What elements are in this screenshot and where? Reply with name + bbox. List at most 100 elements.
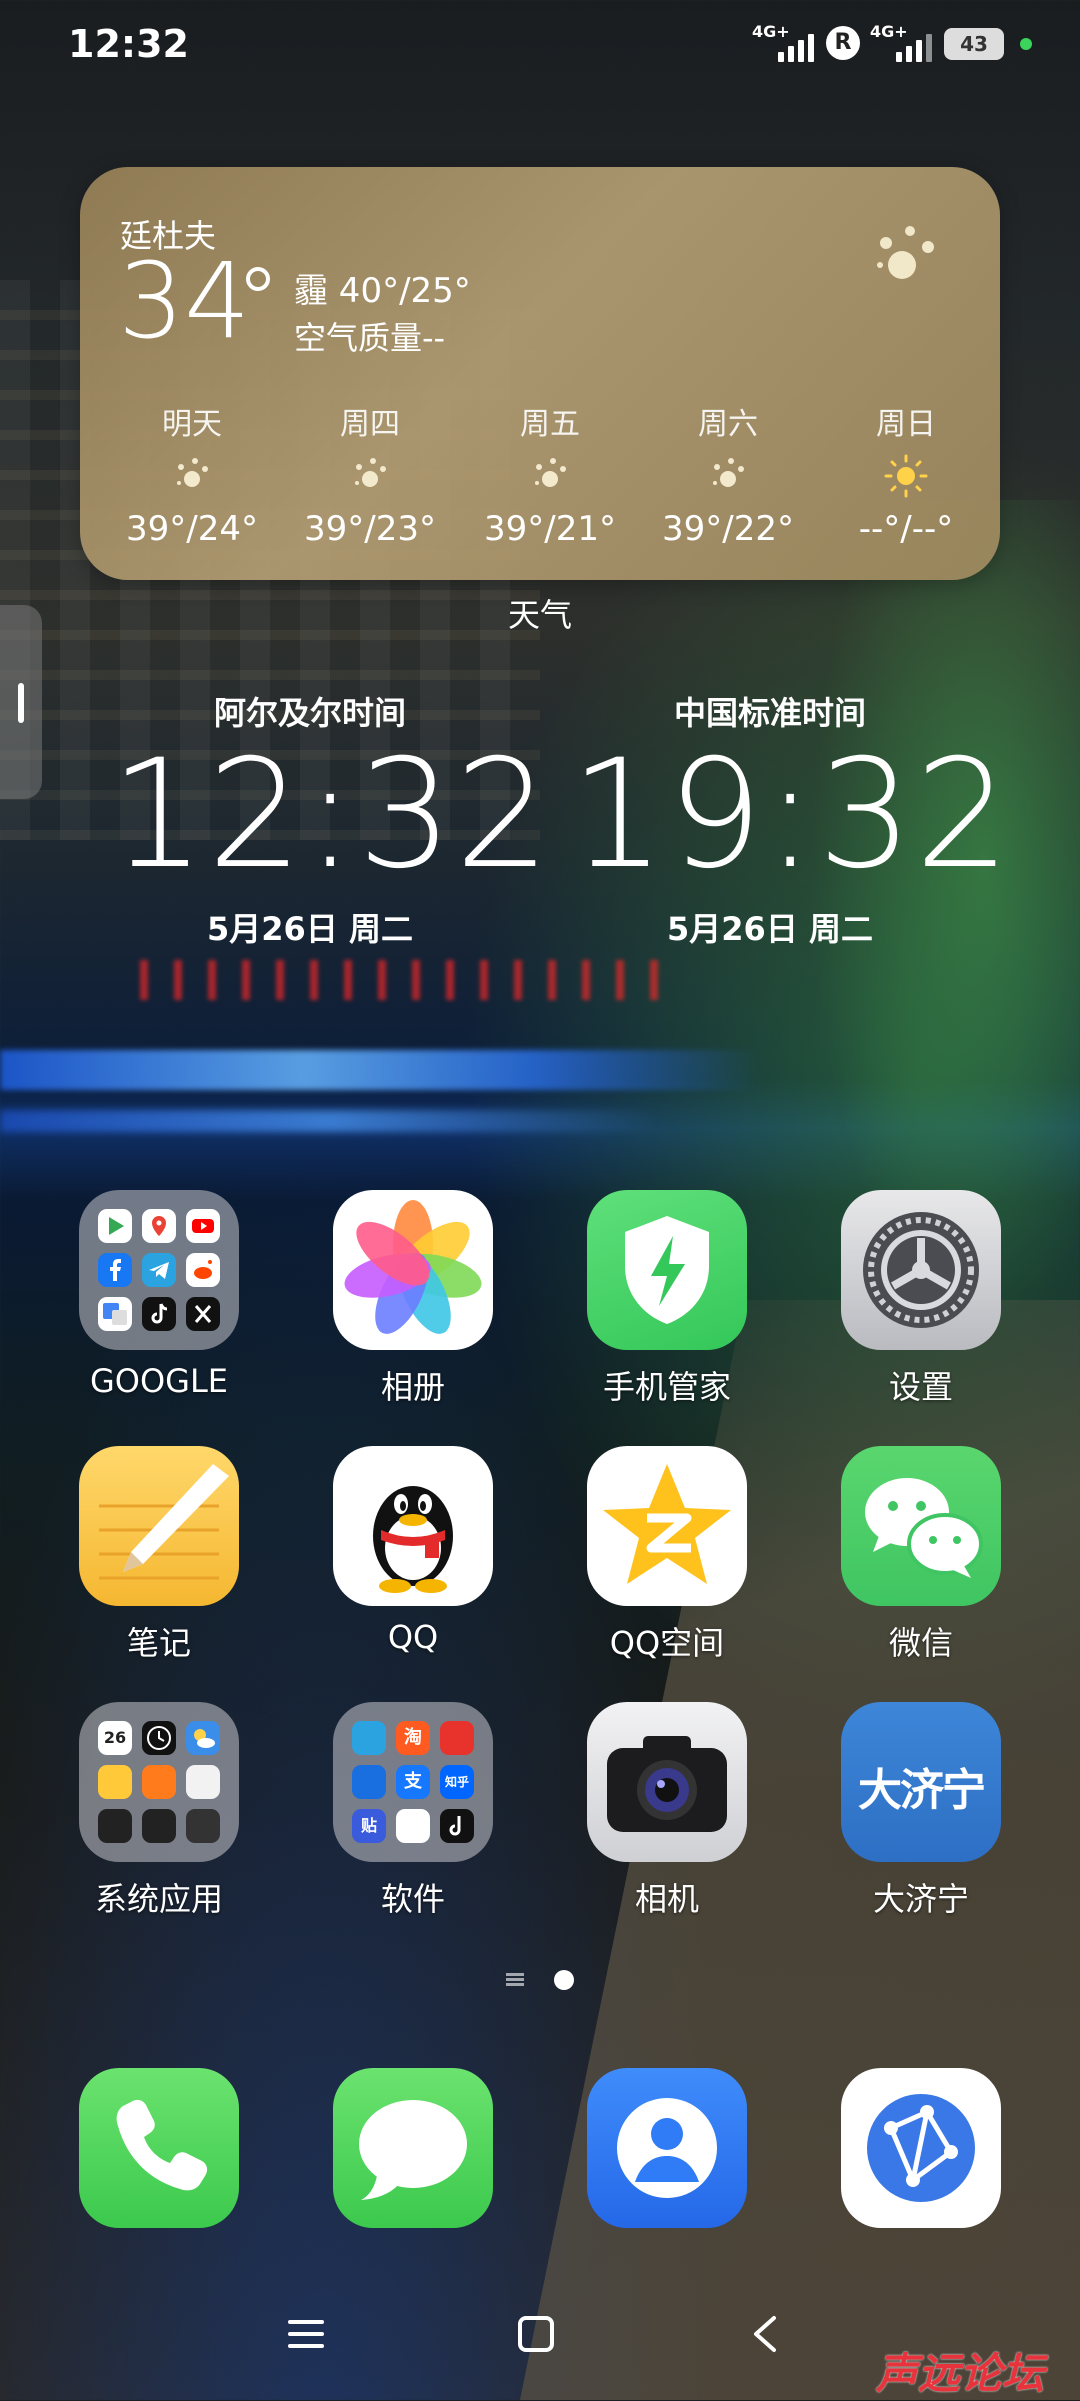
app-label: 微信: [888, 1624, 953, 1662]
weather-temperature: 34: [118, 240, 251, 362]
sun-icon: [884, 454, 928, 498]
app-label: 笔记: [126, 1624, 191, 1662]
forecast-temp: --°/--°: [858, 509, 954, 549]
app-wechat[interactable]: 微信: [811, 1446, 1031, 1664]
notes-icon: [79, 1446, 239, 1606]
calculator-icon: [186, 1765, 220, 1799]
app-google-folder[interactable]: GOOGLE: [49, 1190, 269, 1400]
wallpaper-river-reflection: [0, 1110, 660, 1132]
gear-icon: [841, 1190, 1001, 1350]
app-camera[interactable]: 相机: [557, 1702, 777, 1920]
roaming-icon: R: [826, 26, 860, 60]
contact-person-icon: [617, 2098, 717, 2198]
clock-time: 19:32: [570, 728, 1013, 902]
forecast-day-2: 周四 39°/23°: [290, 399, 450, 549]
app-label: 系统应用: [94, 1880, 223, 1918]
app-qzone[interactable]: QQ空间: [557, 1446, 777, 1664]
app-qq[interactable]: QQ: [303, 1446, 523, 1656]
globe-network-icon: [867, 2094, 975, 2202]
app-label: 相机: [634, 1880, 699, 1918]
back-icon[interactable]: [736, 2304, 796, 2364]
weather-app-icon: [186, 1721, 220, 1755]
dock-phone-app[interactable]: [79, 2068, 239, 2228]
maps-icon: [142, 1209, 176, 1243]
sun-dust-icon: [355, 458, 386, 487]
air-quality: 空气质量--: [294, 319, 446, 357]
forecast-temp: 39°/24°: [126, 509, 258, 549]
app-phone-manager[interactable]: 手机管家: [557, 1190, 777, 1408]
message-bubble-icon: [359, 2100, 467, 2200]
wechat-icon: [841, 1446, 1001, 1606]
bank-icon: [352, 1765, 386, 1799]
app-label: 设置: [888, 1368, 953, 1406]
list-page-icon: [506, 1972, 524, 1986]
alipay-icon: 支: [396, 1765, 430, 1799]
clock-date: 5月26日 周二: [667, 910, 873, 948]
telegram-icon: [142, 1253, 176, 1287]
clock-date: 5月26日 周二: [207, 910, 413, 948]
app-gallery[interactable]: 相册: [303, 1190, 523, 1408]
forecast-day-name: 周六: [698, 407, 758, 442]
qzone-star-icon: [587, 1446, 747, 1606]
x-icon: [186, 1297, 220, 1331]
app-label: 大济宁: [872, 1880, 969, 1918]
tiktok-icon: [142, 1297, 176, 1331]
map-app-icon: [396, 1809, 430, 1843]
forecast-day-3: 周五 39°/21°: [470, 399, 630, 549]
forecast-day-name: 周四: [340, 407, 400, 442]
clock-icon: [142, 1721, 176, 1755]
world-clock-china[interactable]: 中国标准时间 19:32 5月26日 周二: [570, 688, 1013, 950]
haze-icon: [877, 226, 934, 279]
weather-widget[interactable]: 廷杜夫 34 霾 40°/25° 空气质量-- 明天 39°/24° 周四 39…: [80, 167, 1000, 580]
current-page-dot: [554, 1970, 574, 1990]
wallpaper-river-light: [0, 1050, 760, 1090]
app-label: 手机管家: [602, 1368, 731, 1406]
forecast-day-1: 明天 39°/24°: [112, 399, 272, 549]
forecast-day-name: 周五: [520, 407, 580, 442]
app-dajining[interactable]: 大济宁 大济宁: [811, 1702, 1031, 1920]
weather-widget-label: 天气: [507, 596, 572, 634]
camera-icon: [587, 1702, 747, 1862]
play-store-icon: [98, 1209, 132, 1243]
files-icon: [98, 1765, 132, 1799]
google-folder-icon: [79, 1190, 239, 1350]
app-settings[interactable]: 设置: [811, 1190, 1031, 1408]
app-system-folder[interactable]: 26 系统应用: [49, 1702, 269, 1920]
app-label: 软件: [380, 1880, 445, 1918]
app-software-folder[interactable]: 淘 支 知乎 贴 软件: [303, 1702, 523, 1920]
facebook-icon: [98, 1253, 132, 1287]
network-type-label: 4G+: [752, 22, 790, 41]
forecast-temp: 39°/21°: [484, 509, 616, 549]
page-indicator[interactable]: [0, 1968, 1080, 1992]
battery-icon: 43: [944, 28, 1004, 60]
tiktok-icon: [440, 1809, 474, 1843]
dock-contacts-app[interactable]: [587, 2068, 747, 2228]
app-label: GOOGLE: [89, 1362, 228, 1400]
app-notes[interactable]: 笔记: [49, 1446, 269, 1664]
wallpaper-lanterns: [140, 960, 660, 1000]
taobao-icon: 淘: [396, 1721, 430, 1755]
home-icon[interactable]: [506, 2304, 566, 2364]
world-clock-algiers[interactable]: 阿尔及尔时间 12:32 5月26日 周二: [110, 688, 553, 950]
signal-strength-icon-2: 4G+: [870, 22, 932, 62]
weather-condition: 霾 40°/25°: [294, 271, 471, 311]
qq-penguin-icon: [333, 1446, 493, 1606]
degree-icon: [246, 267, 270, 291]
zhihu-icon: 知乎: [440, 1765, 474, 1799]
translate-icon: [98, 1297, 132, 1331]
status-bar: 12:32 4G+ R 4G+ 43: [0, 0, 1080, 90]
forecast-day-5: 周日 --°/--°: [826, 399, 986, 549]
reddit-icon: [186, 1253, 220, 1287]
dock-browser-app[interactable]: [841, 2068, 1001, 2228]
menu-icon[interactable]: [276, 2304, 336, 2364]
app-label: QQ空间: [609, 1624, 725, 1662]
forecast-temp: 39°/22°: [662, 509, 794, 549]
dock-messages-app[interactable]: [333, 2068, 493, 2228]
calendar-icon: 26: [98, 1721, 132, 1755]
telegram-icon: [352, 1721, 386, 1755]
clock-time: 12:32: [110, 728, 553, 902]
phone-icon: [116, 2099, 208, 2191]
network-type-label-2: 4G+: [870, 22, 908, 41]
dajining-logo-icon: 大济宁: [841, 1702, 1001, 1862]
forecast-day-name: 周日: [876, 407, 936, 442]
